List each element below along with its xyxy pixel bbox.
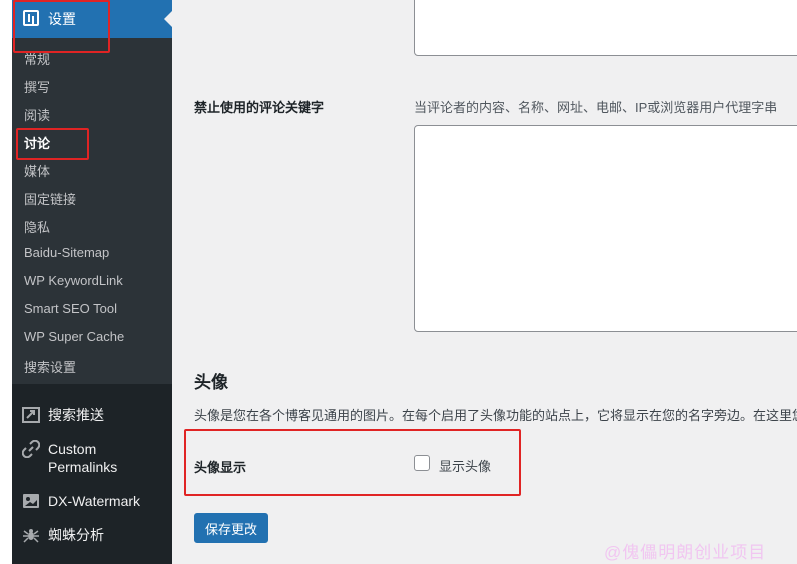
submenu-media[interactable]: 媒体	[24, 161, 50, 180]
menu-custom-permalinks-line2: Permalinks	[48, 459, 118, 475]
blocklist-description: 当评论者的内容、名称、网址、电邮、IP或浏览器用户代理字串	[414, 100, 778, 115]
admin-sidebar: 设置 常规 撰写 阅读 讨论 媒体 固定链接 隐私 Baidu-Sitemap …	[12, 0, 172, 564]
spider-icon	[23, 529, 39, 543]
watermark-icon	[23, 494, 39, 508]
avatar-section-title: 头像	[194, 373, 228, 392]
blocklist-label: 禁止使用的评论关键字	[194, 100, 325, 115]
avatar-description: 头像是您在各个博客见通用的图片。在每个启用了头像功能的站点上，它将显示在您的名字…	[194, 408, 797, 423]
previous-textarea[interactable]	[414, 0, 797, 56]
current-menu-arrow	[164, 11, 172, 27]
submenu-baidu-sitemap[interactable]: Baidu-Sitemap	[24, 245, 109, 260]
submenu-permalinks[interactable]: 固定链接	[24, 189, 76, 208]
link-icon	[22, 440, 40, 458]
submenu-reading[interactable]: 阅读	[24, 105, 50, 124]
annotation-box-discussion	[16, 128, 89, 160]
menu-search-push[interactable]: 搜索推送	[12, 404, 172, 426]
save-changes-button[interactable]: 保存更改	[194, 513, 268, 543]
menu-dx-watermark[interactable]: DX-Watermark	[12, 490, 172, 512]
submenu-privacy[interactable]: 隐私	[24, 217, 50, 236]
submenu-search-settings[interactable]: 搜索设置	[24, 357, 76, 376]
menu-custom-permalinks-line1: Custom	[48, 441, 97, 457]
submenu-wp-keywordlink[interactable]: WP KeywordLink	[24, 273, 123, 288]
annotation-box-settings	[13, 0, 110, 53]
blocklist-textarea[interactable]	[414, 125, 797, 332]
settings-submenu: 常规 撰写 阅读 讨论 媒体 固定链接 隐私 Baidu-Sitemap WP …	[12, 38, 172, 384]
menu-custom-permalinks[interactable]: Custom Permalinks	[12, 438, 172, 478]
menu-spider-analysis-label: 蜘蛛分析	[48, 527, 104, 543]
window-edge	[0, 0, 12, 564]
menu-spider-analysis[interactable]: 蜘蛛分析	[12, 524, 172, 546]
menu-dx-watermark-label: DX-Watermark	[48, 493, 141, 509]
submenu-wp-super-cache[interactable]: WP Super Cache	[24, 329, 124, 344]
show-avatars-label: 显示头像	[439, 459, 492, 474]
watermark-text: @傀儡明朗创业项目	[604, 543, 767, 562]
avatar-display-label: 头像显示	[194, 460, 247, 475]
push-icon	[22, 407, 40, 423]
show-avatars-checkbox[interactable]	[414, 455, 430, 471]
submenu-writing[interactable]: 撰写	[24, 77, 50, 96]
submenu-smart-seo-tool[interactable]: Smart SEO Tool	[24, 301, 117, 316]
menu-search-push-label: 搜索推送	[48, 407, 104, 423]
